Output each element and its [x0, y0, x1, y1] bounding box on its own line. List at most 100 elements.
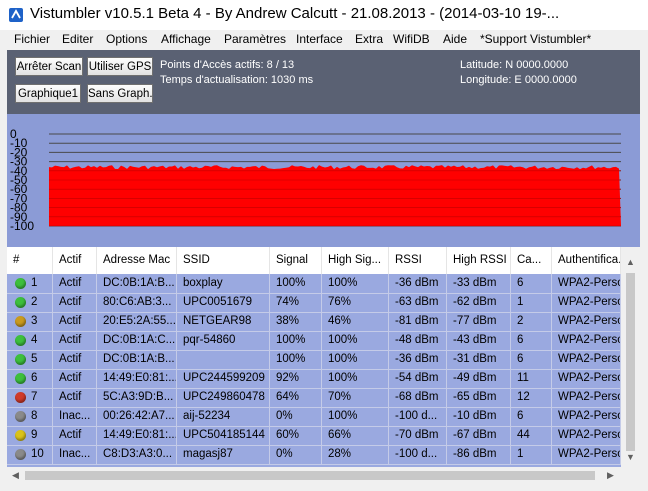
cell-signal: 38%	[270, 312, 322, 331]
menu-wifidb[interactable]: WifiDB	[393, 32, 430, 46]
cell-active: Actif	[53, 426, 97, 445]
cell-ssid: UPC244599209	[177, 369, 270, 388]
cell-number: 8	[7, 407, 53, 426]
cell-number: 6	[7, 369, 53, 388]
cell-high-signal: 100%	[322, 369, 389, 388]
scroll-right-arrow-icon[interactable]: ▶	[607, 470, 614, 481]
horizontal-scrollbar[interactable]: ◀ ▶	[7, 467, 640, 484]
cell-number: 2	[7, 293, 53, 312]
cell-high-signal: 100%	[322, 331, 389, 350]
cell-signal: 64%	[270, 388, 322, 407]
status-dot-icon	[15, 449, 26, 460]
no-graph-button[interactable]: Sans Graph.	[87, 84, 153, 103]
menu-interface[interactable]: Interface	[296, 32, 343, 46]
cell-high-signal: 46%	[322, 312, 389, 331]
table-row[interactable]: 1 Actif DC:0B:1A:B... boxplay 100% 100% -36 dB…	[7, 274, 621, 294]
cell-rssi: -63 dBm	[389, 293, 447, 312]
use-gps-button[interactable]: Utiliser GPS	[87, 57, 153, 76]
status-dot-icon	[15, 430, 26, 441]
cell-authentication: WPA2-Perso	[552, 312, 621, 331]
table-row[interactable]: 7 Actif 5C:A3:9D:B... UPC249860478 64% 70% -68…	[7, 388, 621, 408]
cell-mac: 14:49:E0:81:...	[97, 426, 177, 445]
menu-support-vistumbler[interactable]: *Support Vistumbler*	[480, 32, 591, 46]
cell-ssid: UPC249860478	[177, 388, 270, 407]
row-number: 7	[31, 391, 38, 403]
vertical-scroll-thumb[interactable]	[626, 273, 635, 451]
cell-rssi: -81 dBm	[389, 312, 447, 331]
col-header-channel[interactable]: Ca...	[511, 247, 552, 274]
table-row[interactable]: 6 Actif 14:49:E0:81:... UPC244599209 92% 100%…	[7, 369, 621, 389]
cell-channel: 44	[511, 426, 552, 445]
status-dot-icon	[15, 335, 26, 346]
table-row[interactable]: 3 Actif 20:E5:2A:55... NETGEAR98 38% 46% -81 d…	[7, 312, 621, 332]
cell-number: 7	[7, 388, 53, 407]
status-dot-icon	[15, 392, 26, 403]
graph1-button[interactable]: Graphique1	[15, 84, 81, 103]
col-header-rssi[interactable]: RSSI	[389, 247, 447, 274]
table-row[interactable]: 5 Actif DC:0B:1A:B... 100% 100% -36 dBm -31 dB…	[7, 350, 621, 370]
col-header-high-signal[interactable]: High Sig...	[322, 247, 389, 274]
cell-ssid: boxplay	[177, 274, 270, 293]
menu-aide[interactable]: Aide	[443, 32, 467, 46]
cell-ssid: NETGEAR98	[177, 312, 270, 331]
menu-extra[interactable]: Extra	[355, 32, 383, 46]
col-header-high-rssi[interactable]: High RSSI	[447, 247, 511, 274]
scroll-left-arrow-icon[interactable]: ◀	[12, 470, 19, 481]
cell-channel: 6	[511, 350, 552, 369]
table-row[interactable]: 8 Inac... 00:26:42:A7... aij-52234 0% 100% -10…	[7, 407, 621, 427]
menu-editer[interactable]: Editer	[62, 32, 93, 46]
cell-high-rssi: -43 dBm	[447, 331, 511, 350]
cell-signal: 60%	[270, 426, 322, 445]
stop-scan-button[interactable]: Arrêter Scan	[15, 57, 83, 76]
cell-high-rssi: -86 dBm	[447, 445, 511, 464]
cell-signal: 92%	[270, 369, 322, 388]
menu-parametres[interactable]: Paramètres	[224, 32, 286, 46]
cell-high-signal: 100%	[322, 350, 389, 369]
cell-active: Inac...	[53, 407, 97, 426]
scroll-up-arrow-icon[interactable]: ▲	[626, 257, 635, 267]
horizontal-scroll-thumb[interactable]	[25, 471, 595, 480]
cell-high-signal: 100%	[322, 407, 389, 426]
cell-active: Actif	[53, 293, 97, 312]
table-row[interactable]: 2 Actif 80:C6:AB:3... UPC0051679 74% 76% -63 d…	[7, 293, 621, 313]
col-header-number[interactable]: #	[7, 247, 53, 274]
cell-channel: 6	[511, 274, 552, 293]
col-header-signal[interactable]: Signal	[270, 247, 322, 274]
cell-high-rssi: -33 dBm	[447, 274, 511, 293]
cell-channel: 6	[511, 331, 552, 350]
window-title: Vistumbler v10.5.1 Beta 4 - By Andrew Ca…	[30, 5, 560, 22]
latitude-readout: Latitude: N 0000.0000	[460, 59, 569, 71]
cell-authentication: WPA2-Perso	[552, 407, 621, 426]
table-row[interactable]: 9 Actif 14:49:E0:81:... UPC504185144 60% 66% -…	[7, 426, 621, 446]
cell-high-rssi: -67 dBm	[447, 426, 511, 445]
control-panel: Arrêter Scan Utiliser GPS Graphique1 San…	[7, 50, 640, 114]
col-header-ssid[interactable]: SSID	[177, 247, 270, 274]
vertical-scrollbar[interactable]: ▲ ▼	[621, 247, 640, 467]
cell-channel: 6	[511, 407, 552, 426]
cell-channel: 1	[511, 445, 552, 464]
cell-active: Inac...	[53, 445, 97, 464]
status-dot-icon	[15, 354, 26, 365]
cell-high-rssi: -65 dBm	[447, 388, 511, 407]
scroll-down-arrow-icon[interactable]: ▼	[626, 452, 635, 462]
cell-high-signal: 100%	[322, 274, 389, 293]
cell-high-signal: 66%	[322, 426, 389, 445]
cell-signal: 100%	[270, 350, 322, 369]
col-header-active[interactable]: Actif	[53, 247, 97, 274]
menu-options[interactable]: Options	[106, 32, 147, 46]
cell-rssi: -36 dBm	[389, 274, 447, 293]
row-number: 6	[31, 372, 38, 384]
cell-signal: 74%	[270, 293, 322, 312]
cell-signal: 100%	[270, 274, 322, 293]
col-header-authentication[interactable]: Authentifica...	[552, 247, 621, 274]
table-row[interactable]: 4 Actif DC:0B:1A:C... pqr-54860 100% 100% -48 …	[7, 331, 621, 351]
cell-signal: 0%	[270, 445, 322, 464]
cell-mac: 14:49:E0:81:...	[97, 369, 177, 388]
row-number: 3	[31, 315, 38, 327]
table-row[interactable]: 10 Inac... C8:D3:A3:0... magasj87 0% 28% -100 …	[7, 445, 621, 465]
menu-fichier[interactable]: Fichier	[14, 32, 50, 46]
refresh-time: Temps d'actualisation: 1030 ms	[160, 74, 314, 86]
menu-bar: Fichier Editer Options Affichage Paramèt…	[0, 30, 648, 49]
menu-affichage[interactable]: Affichage	[161, 32, 211, 46]
col-header-mac[interactable]: Adresse Mac	[97, 247, 177, 274]
